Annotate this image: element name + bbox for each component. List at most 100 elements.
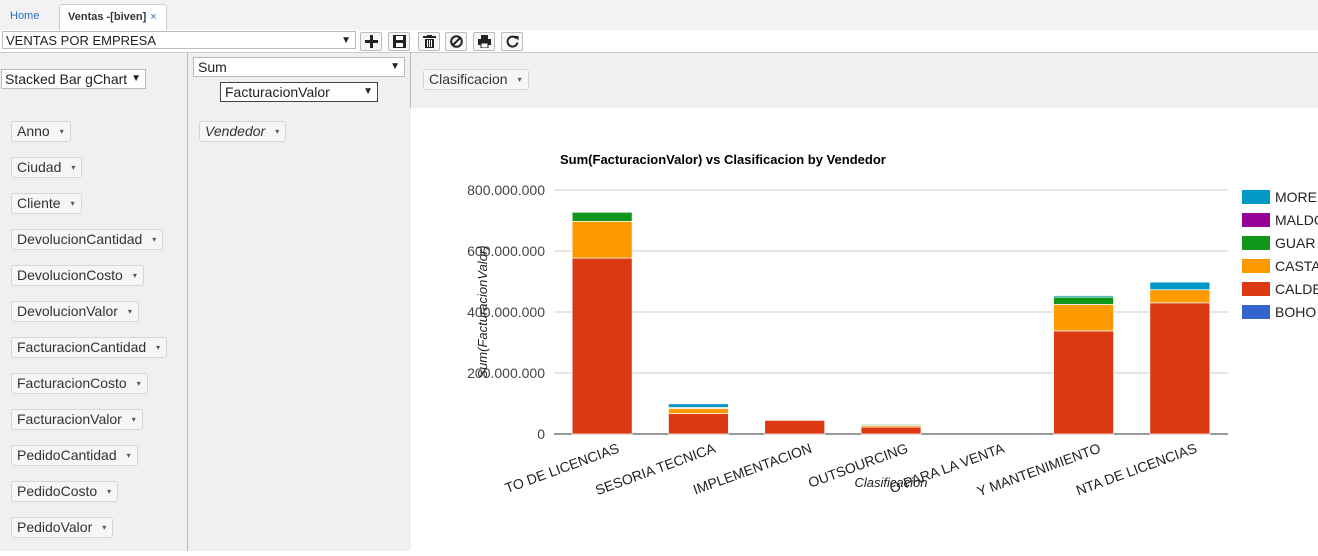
divider bbox=[187, 52, 188, 109]
renderer-select-value: Stacked Bar gChart bbox=[5, 71, 128, 87]
tab-ventas[interactable]: Ventas -[biven] × bbox=[59, 4, 167, 30]
bar-segment bbox=[1149, 289, 1211, 304]
field-label: FacturacionCantidad bbox=[17, 339, 147, 355]
refresh-icon bbox=[506, 35, 519, 48]
unused-field-ciudad[interactable]: Ciudad ▾ bbox=[11, 157, 83, 178]
bar-segment bbox=[1053, 304, 1114, 332]
save-button[interactable] bbox=[388, 32, 410, 51]
aggregator-select[interactable]: Sum ▼ bbox=[193, 57, 405, 77]
legend-label: BOHO bbox=[1275, 304, 1316, 320]
report-select[interactable]: VENTAS POR EMPRESA ▼ bbox=[2, 31, 356, 49]
field-label: PedidoCosto bbox=[17, 483, 98, 499]
chevron-down-icon: ▾ bbox=[517, 75, 522, 84]
chevron-down-icon: ▾ bbox=[102, 523, 107, 532]
row-field-vendedor[interactable]: Vendedor ▾ bbox=[199, 121, 287, 142]
legend-swatch bbox=[1242, 213, 1270, 227]
field-label: FacturacionCosto bbox=[17, 375, 127, 391]
print-button[interactable] bbox=[473, 32, 495, 51]
close-icon[interactable]: × bbox=[150, 11, 156, 23]
chevron-down-icon: ▾ bbox=[152, 235, 157, 244]
unused-field-devolucioncosto[interactable]: DevolucionCosto ▾ bbox=[11, 265, 144, 286]
tab-home[interactable]: Home bbox=[2, 4, 57, 30]
legend-label: CALDE bbox=[1275, 281, 1318, 297]
chevron-down-icon: ▼ bbox=[131, 73, 141, 84]
unused-field-facturacioncosto[interactable]: FacturacionCosto ▾ bbox=[11, 373, 148, 394]
unused-field-pedidocantidad[interactable]: PedidoCantidad ▾ bbox=[11, 445, 138, 466]
divider bbox=[410, 52, 411, 109]
row-fields-panel bbox=[188, 108, 412, 551]
aggregator-select-value: Sum bbox=[198, 59, 227, 75]
unused-field-pedidocosto[interactable]: PedidoCosto ▾ bbox=[11, 481, 119, 502]
bar-segment bbox=[668, 408, 729, 414]
bar-segment bbox=[668, 403, 729, 408]
delete-button[interactable] bbox=[418, 32, 440, 51]
unused-field-facturacioncantidad[interactable]: FacturacionCantidad ▾ bbox=[11, 337, 168, 358]
unused-field-pedidovalor[interactable]: PedidoValor ▾ bbox=[11, 517, 114, 538]
field-label: DevolucionValor bbox=[17, 303, 118, 319]
save-icon bbox=[393, 35, 406, 48]
chevron-down-icon: ▾ bbox=[132, 271, 137, 280]
chevron-down-icon: ▾ bbox=[127, 307, 132, 316]
chevron-down-icon: ▾ bbox=[131, 415, 136, 424]
clear-button[interactable] bbox=[445, 32, 467, 51]
renderer-select[interactable]: Stacked Bar gChart ▼ bbox=[1, 69, 146, 89]
legend-swatch bbox=[1242, 190, 1270, 204]
add-button[interactable] bbox=[360, 32, 382, 51]
bar-segment bbox=[1149, 281, 1211, 291]
bar-segment bbox=[764, 419, 826, 435]
unused-field-facturacionvalor[interactable]: FacturacionValor ▾ bbox=[11, 409, 143, 430]
trash-icon bbox=[423, 35, 436, 48]
field-label: DevolucionCantidad bbox=[17, 231, 143, 247]
bar-segment bbox=[1053, 296, 1114, 305]
print-icon bbox=[478, 35, 491, 48]
bar-segment bbox=[860, 423, 922, 425]
chevron-down-icon: ▼ bbox=[363, 86, 373, 97]
chevron-down-icon: ▾ bbox=[275, 127, 280, 136]
col-field-clasificacion[interactable]: Clasificacion ▾ bbox=[423, 69, 529, 90]
legend-label: MORE bbox=[1275, 189, 1317, 205]
field-label: FacturacionValor bbox=[17, 411, 122, 427]
y-axis-title: Sum(FacturacionValor) bbox=[475, 245, 490, 378]
field-label: Anno bbox=[17, 123, 50, 139]
field-label: PedidoCantidad bbox=[17, 447, 117, 463]
field-label: PedidoValor bbox=[17, 519, 93, 535]
bar-segment bbox=[571, 221, 633, 259]
refresh-button[interactable] bbox=[501, 32, 523, 51]
bar-segment bbox=[1149, 302, 1211, 435]
legend-label: CASTA bbox=[1275, 258, 1318, 274]
unused-field-devolucionvalor[interactable]: DevolucionValor ▾ bbox=[11, 301, 139, 322]
chevron-down-icon: ▼ bbox=[341, 35, 351, 46]
report-select-value: VENTAS POR EMPRESA bbox=[6, 33, 157, 48]
x-axis-title: Clasificacion bbox=[855, 475, 928, 490]
tab-bar bbox=[0, 0, 1318, 31]
unused-field-devolucioncantidad[interactable]: DevolucionCantidad ▾ bbox=[11, 229, 164, 250]
chevron-down-icon: ▾ bbox=[70, 199, 75, 208]
tab-home-label: Home bbox=[10, 10, 40, 22]
chevron-down-icon: ▾ bbox=[126, 451, 131, 460]
bar-segment bbox=[1053, 330, 1114, 435]
legend-swatch bbox=[1242, 282, 1270, 296]
chevron-down-icon: ▼ bbox=[390, 61, 400, 72]
bar-segment bbox=[571, 211, 633, 222]
field-label: Ciudad bbox=[17, 159, 62, 175]
bar-segment bbox=[764, 419, 826, 421]
field-label: Clasificacion bbox=[429, 71, 508, 87]
chevron-down-icon: ▾ bbox=[59, 127, 64, 136]
chevron-down-icon: ▾ bbox=[136, 379, 141, 388]
chart-area: Sum(FacturacionValor) vs Clasificacion b… bbox=[411, 108, 1318, 551]
chevron-down-icon: ▾ bbox=[156, 343, 161, 352]
ban-icon bbox=[450, 35, 463, 48]
unused-field-cliente[interactable]: Cliente ▾ bbox=[11, 193, 82, 214]
stacked-bar-chart: Sum(FacturacionValor) vs Clasificacion b… bbox=[467, 152, 1318, 499]
bar-segment bbox=[571, 257, 633, 435]
chevron-down-icon: ▾ bbox=[71, 163, 76, 172]
value-field-select[interactable]: FacturacionValor ▼ bbox=[220, 82, 378, 102]
legend-label: GUAR bbox=[1275, 235, 1315, 251]
field-label: Cliente bbox=[17, 195, 61, 211]
chevron-down-icon: ▾ bbox=[107, 487, 112, 496]
tab-ventas-label: Ventas -[biven] bbox=[68, 11, 147, 23]
field-label: Vendedor bbox=[205, 123, 266, 139]
bar-segment bbox=[668, 413, 729, 435]
unused-field-anno[interactable]: Anno ▾ bbox=[11, 121, 71, 142]
legend-swatch bbox=[1242, 305, 1270, 319]
